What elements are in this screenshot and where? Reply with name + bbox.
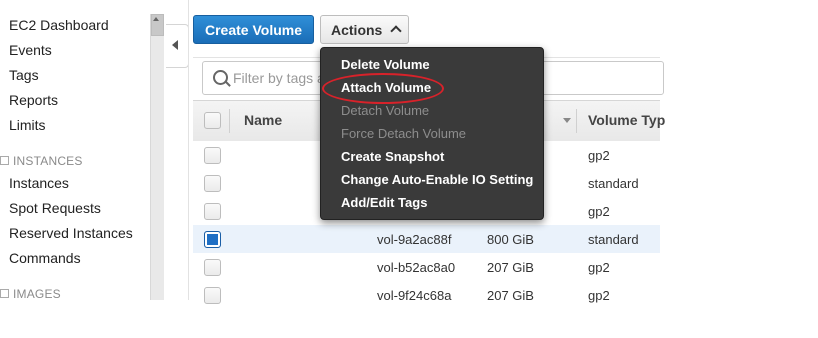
menu-item-detach-volume: Detach Volume xyxy=(341,103,430,118)
sidebar-item-commands[interactable]: Commands xyxy=(9,250,81,266)
chevron-up-icon xyxy=(390,25,402,37)
collapse-square-icon xyxy=(0,289,9,299)
row-checkbox[interactable] xyxy=(204,147,221,164)
sidebar-nav: EC2 Dashboard Events Tags Reports Limits… xyxy=(0,0,150,301)
menu-item-add-edit-tags[interactable]: Add/Edit Tags xyxy=(341,195,427,210)
column-header-name[interactable]: Name xyxy=(244,112,282,128)
sort-caret-icon[interactable] xyxy=(563,118,571,123)
column-separator xyxy=(229,109,230,133)
cell-volume-type: gp2 xyxy=(588,204,610,219)
menu-item-force-detach-volume: Force Detach Volume xyxy=(341,126,467,141)
column-separator xyxy=(576,109,577,133)
menu-item-create-snapshot[interactable]: Create Snapshot xyxy=(341,149,444,164)
sidebar-item-limits[interactable]: Limits xyxy=(9,117,46,133)
collapse-square-icon xyxy=(0,156,9,166)
sidebar-item-instances[interactable]: Instances xyxy=(9,175,69,191)
table-row[interactable]: vol-b52ac8a0 207 GiB gp2 xyxy=(193,253,660,282)
row-checkbox[interactable] xyxy=(204,175,221,192)
collapse-sidebar-toggle[interactable] xyxy=(166,24,189,68)
section-images-title: IMAGES xyxy=(13,287,61,301)
actions-dropdown-button[interactable]: Actions xyxy=(320,15,409,44)
actions-menu: Delete Volume Attach Volume Detach Volum… xyxy=(320,47,544,220)
section-images-header[interactable]: IMAGES xyxy=(0,287,61,301)
row-checkbox-checked[interactable] xyxy=(204,231,221,248)
select-all-checkbox[interactable] xyxy=(204,112,221,129)
cell-size: 207 GiB xyxy=(487,260,534,275)
create-volume-button[interactable]: Create Volume xyxy=(193,15,314,44)
actions-label: Actions xyxy=(331,22,383,38)
filter-search-input[interactable] xyxy=(233,67,323,89)
chevron-left-icon xyxy=(172,40,178,50)
sidebar-item-spot-requests[interactable]: Spot Requests xyxy=(9,200,101,216)
cell-volume-type: gp2 xyxy=(588,288,610,303)
section-instances-header[interactable]: INSTANCES xyxy=(0,154,83,168)
divider xyxy=(188,0,189,300)
menu-item-delete-volume[interactable]: Delete Volume xyxy=(341,57,430,72)
table-row[interactable]: vol-9f24c68a 207 GiB gp2 xyxy=(193,281,660,304)
menu-item-change-auto-enable-io[interactable]: Change Auto-Enable IO Setting xyxy=(341,172,533,187)
cell-volume-type: gp2 xyxy=(588,148,610,163)
cell-volume-id: vol-9a2ac88f xyxy=(377,232,452,247)
highlight-annotation-oval xyxy=(322,73,444,104)
cell-volume-type: standard xyxy=(588,176,639,191)
sidebar-item-tags[interactable]: Tags xyxy=(9,67,39,83)
scroll-up-arrow-icon[interactable] xyxy=(153,17,159,21)
sidebar-item-reports[interactable]: Reports xyxy=(9,92,58,108)
row-checkbox[interactable] xyxy=(204,287,221,304)
cell-size: 800 GiB xyxy=(487,232,534,247)
sidebar-scrollbar[interactable] xyxy=(150,14,164,300)
sidebar-item-events[interactable]: Events xyxy=(9,42,52,58)
cell-volume-type: gp2 xyxy=(588,260,610,275)
row-checkbox[interactable] xyxy=(204,259,221,276)
sidebar-item-ec2-dashboard[interactable]: EC2 Dashboard xyxy=(9,17,109,33)
cell-volume-id: vol-9f24c68a xyxy=(377,288,452,303)
cell-size: 207 GiB xyxy=(487,288,534,303)
cell-volume-type: standard xyxy=(588,232,639,247)
column-header-volume-type[interactable]: Volume Typ xyxy=(588,112,665,128)
section-instances-title: INSTANCES xyxy=(13,154,83,168)
search-icon xyxy=(213,70,228,85)
row-checkbox[interactable] xyxy=(204,203,221,220)
cell-volume-id: vol-b52ac8a0 xyxy=(377,260,456,275)
table-row-selected[interactable]: vol-9a2ac88f 800 GiB standard xyxy=(193,225,660,254)
sidebar-item-reserved-instances[interactable]: Reserved Instances xyxy=(9,225,133,241)
